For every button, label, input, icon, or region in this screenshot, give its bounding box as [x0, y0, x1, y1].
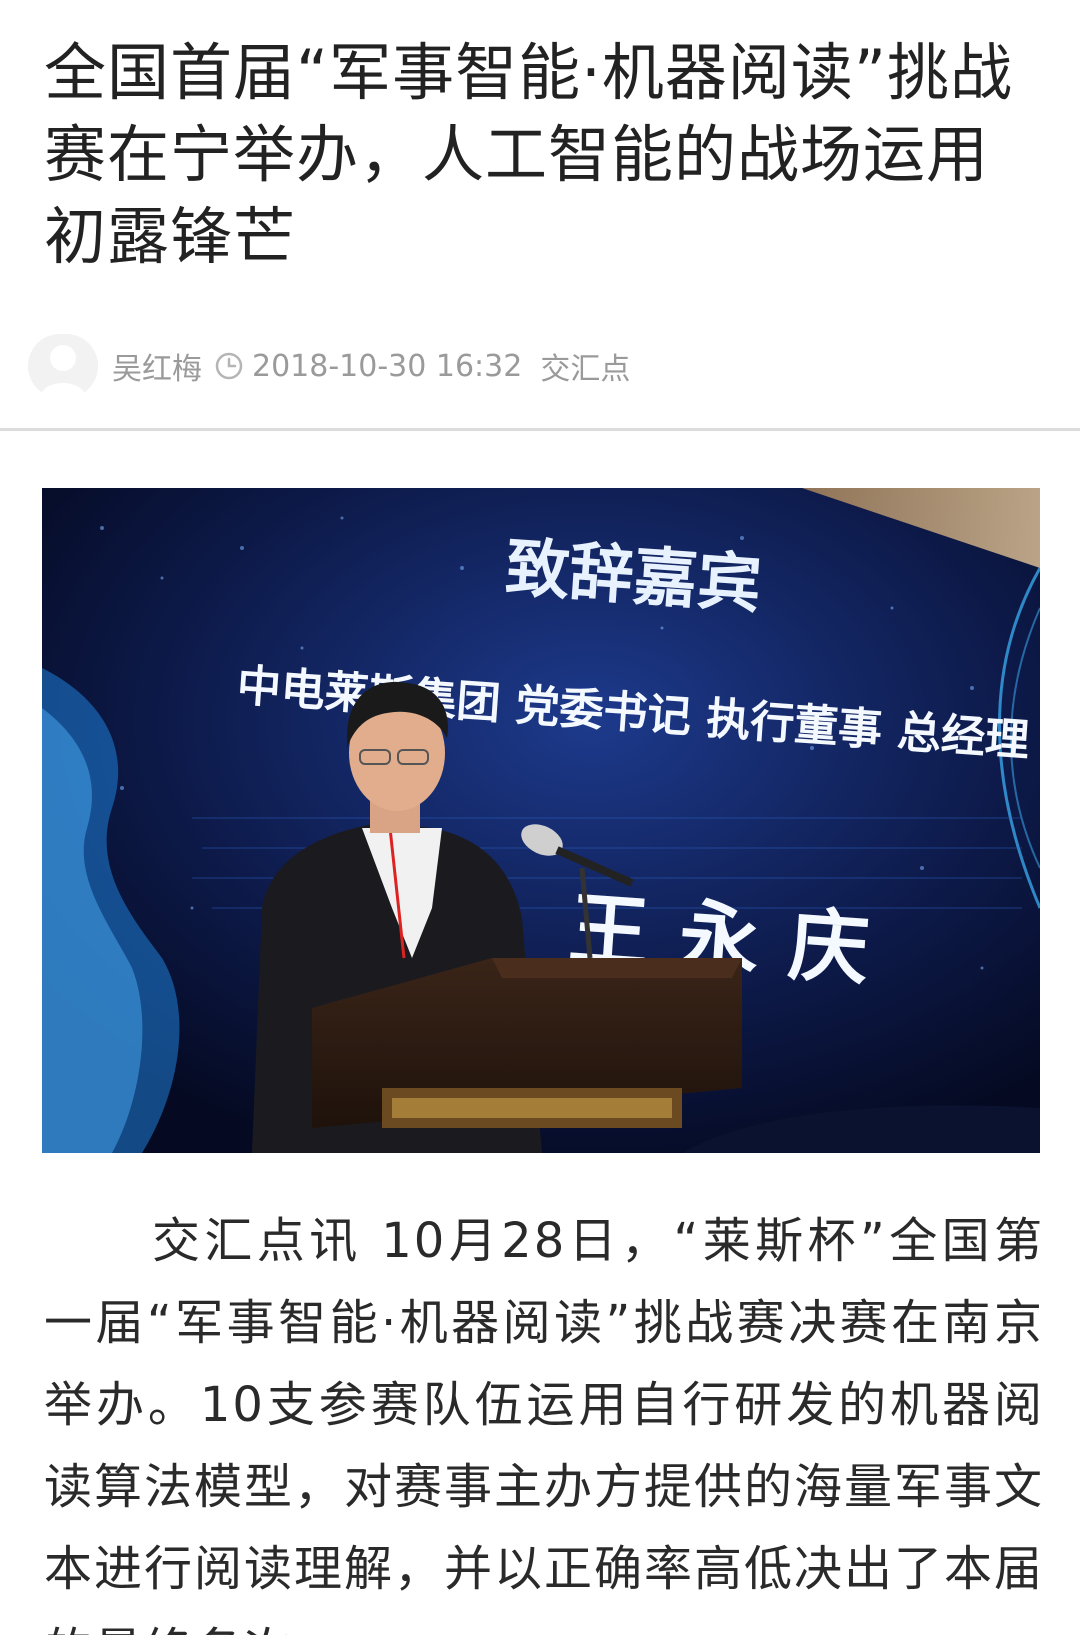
clock-icon — [215, 352, 243, 380]
publish-datetime: 2018-10-30 16:32 — [252, 348, 523, 384]
article-meta: 吴红梅 2018-10-30 16:32 交汇点 — [28, 330, 630, 402]
article-photo[interactable]: 致辞嘉宾 中电莱斯集团 党委书记 执行董事 总经理 王永庆 — [42, 488, 1040, 1153]
avatar[interactable] — [28, 334, 98, 398]
author-name[interactable]: 吴红梅 — [112, 344, 202, 388]
article-source[interactable]: 交汇点 — [540, 344, 630, 388]
user-avatar-icon — [28, 334, 98, 398]
header-divider — [0, 428, 1080, 431]
event-photo-illustration: 致辞嘉宾 中电莱斯集团 党委书记 执行董事 总经理 王永庆 — [42, 488, 1040, 1153]
article-body: 交汇点讯 10月28日，“莱斯杯”全国第一届“军事智能·机器阅读”挑战赛决赛在南… — [44, 1213, 1045, 1635]
article-title: 全国首届“军事智能·机器阅读”挑战赛在宁举办，人工智能的战场运用初露锋芒 — [44, 36, 1013, 273]
article-page: 全国首届“军事智能·机器阅读”挑战赛在宁举办，人工智能的战场运用初露锋芒 吴红梅… — [0, 0, 1080, 1635]
